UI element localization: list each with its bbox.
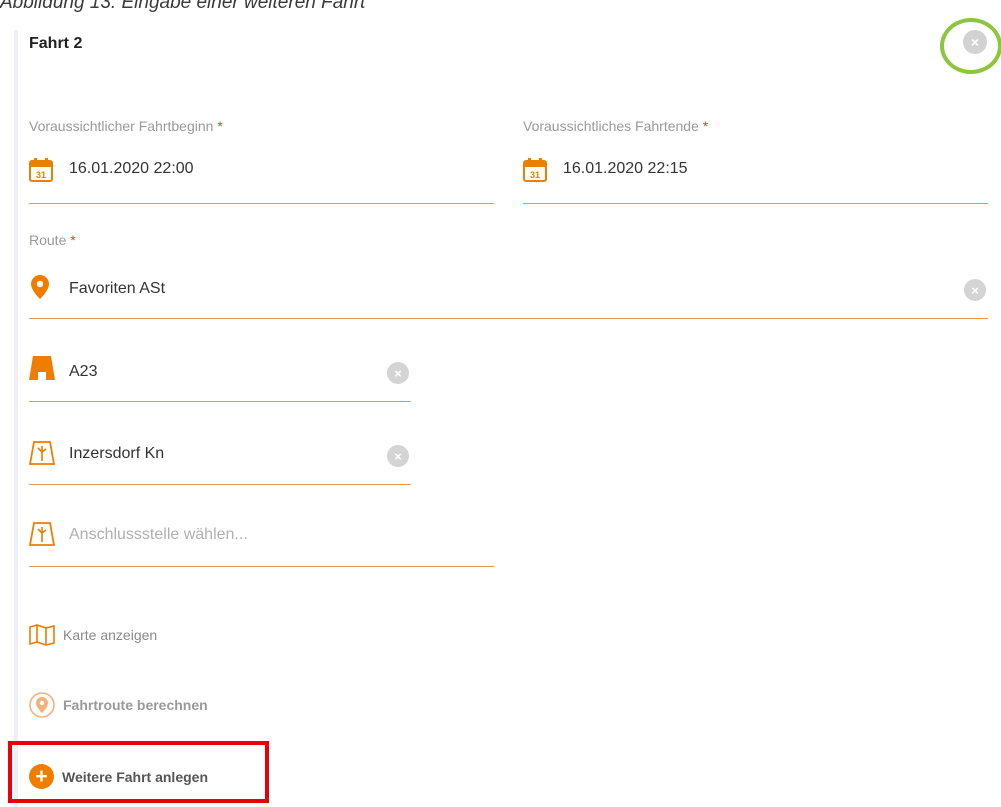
road-value: A23 (69, 363, 98, 380)
route-value: Favoriten ASt (69, 280, 166, 297)
route-pin-icon (29, 692, 55, 718)
svg-text:31: 31 (36, 170, 46, 180)
add-trip-button[interactable]: + Weitere Fahrt anlegen (29, 764, 208, 789)
svg-text:31: 31 (530, 170, 540, 180)
end-datetime-value: 16.01.2020 22:15 (563, 160, 688, 177)
show-map-label: Karte anzeigen (63, 627, 158, 643)
road-clear-button[interactable]: × (387, 362, 409, 384)
highlight-circle (940, 18, 1001, 74)
highway-icon (29, 356, 55, 380)
start-datetime-value: 16.01.2020 22:00 (69, 160, 194, 177)
section-rule (14, 30, 18, 807)
end-label: Voraussichtliches Fahrtende * (523, 118, 709, 134)
junction-new-field[interactable]: Anschlussstelle wählen... (29, 514, 494, 567)
calc-route-label: Fahrtroute berechnen (63, 697, 208, 713)
close-icon: × (971, 282, 979, 298)
route-clear-button[interactable]: × (964, 279, 986, 301)
route-field[interactable]: Favoriten ASt × (29, 266, 988, 319)
calendar-icon[interactable]: 31 (523, 158, 547, 182)
junction-new-placeholder: Anschlussstelle wählen... (69, 526, 248, 543)
location-pin-icon (31, 275, 49, 299)
exit-sign-icon (29, 441, 55, 465)
calendar-icon[interactable]: 31 (29, 158, 53, 182)
figure-caption: Abbildung 13: Eingabe einer weiteren Fah… (0, 0, 366, 13)
trip-title: Fahrt 2 (29, 35, 83, 52)
plus-icon: + (29, 764, 54, 789)
close-icon: × (394, 365, 402, 381)
junction-value: Inzersdorf Kn (69, 445, 165, 462)
start-label: Voraussichtlicher Fahrtbeginn * (29, 118, 223, 134)
junction-clear-button[interactable]: × (387, 445, 409, 467)
start-datetime-field[interactable]: 31 16.01.2020 22:00 (29, 150, 494, 204)
road-field[interactable]: A23 × (29, 348, 411, 402)
end-datetime-field[interactable]: 31 16.01.2020 22:15 (523, 150, 988, 204)
add-trip-label: Weitere Fahrt anlegen (62, 768, 209, 785)
route-label: Route * (29, 232, 76, 248)
show-map-link[interactable]: Karte anzeigen (29, 624, 157, 646)
exit-sign-icon (29, 522, 55, 546)
junction-field[interactable]: Inzersdorf Kn × (29, 432, 411, 485)
close-icon: × (394, 448, 402, 464)
map-icon (29, 624, 55, 646)
calc-route-link[interactable]: Fahrtroute berechnen (29, 692, 208, 718)
